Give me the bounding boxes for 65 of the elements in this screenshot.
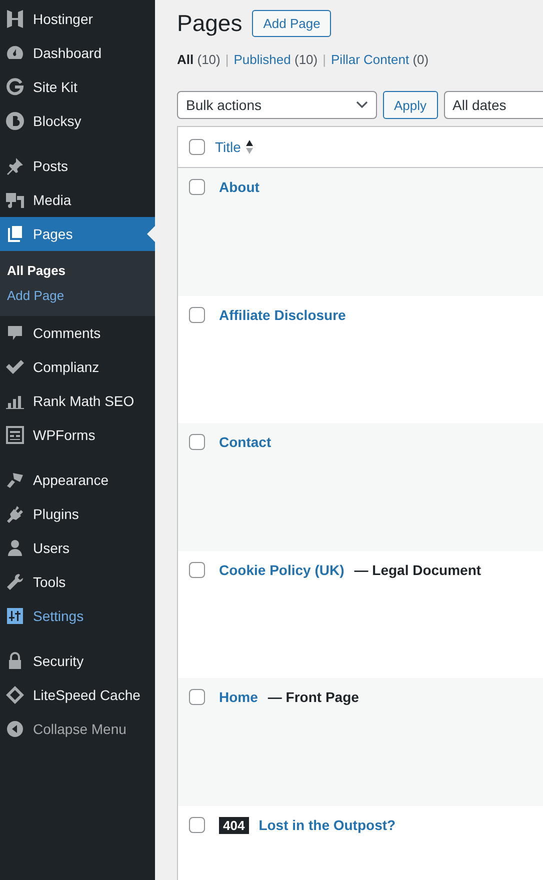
sidebar-item[interactable]: Security <box>0 644 155 678</box>
status-filter-link[interactable]: Pillar Content (0) <box>331 52 429 67</box>
submenu-item[interactable]: All Pages <box>0 258 155 283</box>
diamond-icon <box>5 685 25 705</box>
status-badge: 404 <box>219 816 249 834</box>
page-title-link[interactable]: Contact <box>219 434 272 450</box>
sidebar-item[interactable]: Comments <box>0 316 155 350</box>
page-title-link[interactable]: Affiliate Disclosure <box>219 306 346 322</box>
page-title-link[interactable]: About <box>219 179 260 195</box>
sidebar-item[interactable]: Media <box>0 183 155 217</box>
add-page-button[interactable]: Add Page <box>252 10 332 37</box>
sidebar-item[interactable]: Collapse Menu <box>0 712 155 746</box>
pages-icon <box>5 224 25 244</box>
date-filter-select[interactable]: All dates <box>444 91 543 119</box>
pushpin-icon <box>5 156 25 176</box>
checkmark-icon <box>5 357 25 377</box>
sidebar-item[interactable]: Users <box>0 531 155 565</box>
sidebar-item[interactable]: Appearance <box>0 463 155 497</box>
sidebar-item[interactable]: WPForms <box>0 418 155 452</box>
row-checkbox[interactable] <box>189 306 205 322</box>
bulk-actions-select[interactable]: Bulk actions <box>177 91 377 119</box>
separator-text: | <box>322 52 326 67</box>
paintbrush-icon <box>5 470 25 490</box>
hostinger-icon <box>5 9 25 29</box>
sidebar-item[interactable]: Blocksy <box>0 104 155 138</box>
form-icon <box>5 425 25 445</box>
apply-button[interactable]: Apply <box>383 91 438 119</box>
user-icon <box>5 538 25 558</box>
row-checkbox[interactable] <box>189 562 205 578</box>
row-checkbox[interactable] <box>189 689 205 705</box>
collapse-icon[interactable] <box>5 719 25 739</box>
page-state-label: — Legal Document <box>354 562 482 578</box>
page-title-link[interactable]: Home <box>219 689 258 705</box>
sidebar-item[interactable]: Site Kit <box>0 70 155 104</box>
wrench-icon <box>5 572 25 592</box>
media-icon <box>5 190 25 210</box>
page-title-link[interactable]: Lost in the Outpost? <box>258 817 396 833</box>
blocksy-icon <box>5 111 25 131</box>
page-state-label: — Front Page <box>268 689 359 705</box>
status-filter-link[interactable]: All (10) <box>177 52 220 67</box>
page-title: Pages <box>177 10 242 37</box>
row-checkbox[interactable] <box>189 179 205 195</box>
sort-icon <box>244 139 254 155</box>
sidebar-item[interactable]: Posts <box>0 149 155 183</box>
sidebar-item[interactable]: Hostinger <box>0 2 155 36</box>
plug-icon <box>5 504 25 524</box>
sidebar-item[interactable]: Dashboard <box>0 36 155 70</box>
sidebar-item[interactable]: Tools <box>0 565 155 599</box>
sliders-icon <box>5 606 25 626</box>
sidebar-item[interactable]: Pages <box>0 217 155 251</box>
column-header-link[interactable]: Title <box>215 139 254 155</box>
g-logo-icon <box>5 77 25 97</box>
separator-text: | <box>225 52 229 67</box>
sidebar-item[interactable]: Rank Math SEO <box>0 384 155 418</box>
row-checkbox[interactable] <box>189 434 205 450</box>
submenu-item[interactable]: Add Page <box>0 283 155 308</box>
page-title-link[interactable]: Cookie Policy (UK) <box>219 562 344 578</box>
row-checkbox[interactable] <box>189 816 205 832</box>
sidebar-item[interactable]: Complianz <box>0 350 155 384</box>
chevron-down-icon <box>356 101 368 109</box>
sidebar-item[interactable]: Plugins <box>0 497 155 531</box>
status-filter-link[interactable]: Published (10) <box>234 52 318 67</box>
sidebar-item[interactable]: LiteSpeed Cache <box>0 678 155 712</box>
select-all-checkbox[interactable] <box>189 139 205 155</box>
sidebar-item[interactable]: Settings <box>0 599 155 633</box>
